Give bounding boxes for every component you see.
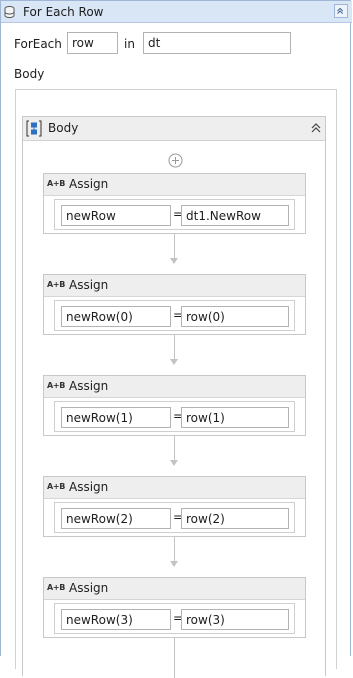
assign-activity[interactable]: A+B Assign newRow(1) = row(1) [43,375,306,436]
assign-activity[interactable]: A+B Assign newRow(3) = row(3) [43,577,306,638]
assign-title: Assign [69,581,109,595]
activity-title: For Each Row [23,5,104,19]
assign-activity[interactable]: A+B Assign newRow(0) = row(0) [43,274,306,335]
assign-expression: newRow(2) = row(2) [54,502,295,533]
assign-value-input[interactable]: row(1) [181,407,289,428]
assign-expression: newRow = dt1.NewRow [54,199,295,230]
assign-expression: newRow(3) = row(3) [54,603,295,634]
assign-to-input[interactable]: newRow(3) [61,609,171,630]
connector-line [174,537,175,561]
assign-header[interactable]: A+B Assign [44,275,305,297]
assign-icon: A+B [47,381,66,390]
assign-value-input[interactable]: row(2) [181,508,289,529]
plus-circle-icon[interactable] [168,153,183,168]
assign-header[interactable]: A+B Assign [44,376,305,398]
chevron-double-up-icon [337,7,344,14]
assign-title: Assign [69,177,109,191]
connector-line [174,234,175,258]
assign-to-input[interactable]: newRow [61,205,171,226]
assign-icon: A+B [47,583,66,592]
connector-arrow [170,359,178,365]
assign-value-input[interactable]: dt1.NewRow [181,205,289,226]
assign-expression: newRow(0) = row(0) [54,300,295,331]
connector-arrow [170,258,178,264]
collapse-activity-button[interactable] [334,4,348,18]
assign-icon: A+B [47,280,66,289]
connector-arrow [170,561,178,567]
assign-icon: A+B [47,482,66,491]
body-section-label: Body [14,67,45,81]
assign-to-input[interactable]: newRow(0) [61,306,171,327]
assign-expression: newRow(1) = row(1) [54,401,295,432]
collection-input[interactable]: dt [143,32,291,54]
assign-activity[interactable]: A+B Assign newRow = dt1.NewRow [43,173,306,234]
assign-to-input[interactable]: newRow(1) [61,407,171,428]
assign-to-input[interactable]: newRow(2) [61,508,171,529]
connector-line [174,638,175,678]
database-icon [4,6,15,18]
body-sequence[interactable]: Body A+B Assign newRow = dt1.NewRow A+B … [22,116,326,678]
assign-header[interactable]: A+B Assign [44,578,305,600]
assign-header[interactable]: A+B Assign [44,477,305,499]
assign-header[interactable]: A+B Assign [44,174,305,196]
activity-header[interactable]: For Each Row [1,1,352,23]
connector-arrow [170,460,178,466]
sequence-title: Body [48,121,79,135]
connector-line [174,335,175,359]
connector-line [174,436,175,460]
in-label: in [124,37,135,51]
assign-icon: A+B [47,179,66,188]
chevron-double-up-icon[interactable] [310,122,322,134]
foreach-item-input[interactable]: row [67,32,118,54]
assign-value-input[interactable]: row(3) [181,609,289,630]
assign-title: Assign [69,379,109,393]
sequence-header[interactable]: Body [23,117,325,141]
assign-title: Assign [69,278,109,292]
foreach-label: ForEach [14,37,62,51]
sequence-icon [26,120,42,137]
assign-value-input[interactable]: row(0) [181,306,289,327]
assign-activity[interactable]: A+B Assign newRow(2) = row(2) [43,476,306,537]
assign-title: Assign [69,480,109,494]
